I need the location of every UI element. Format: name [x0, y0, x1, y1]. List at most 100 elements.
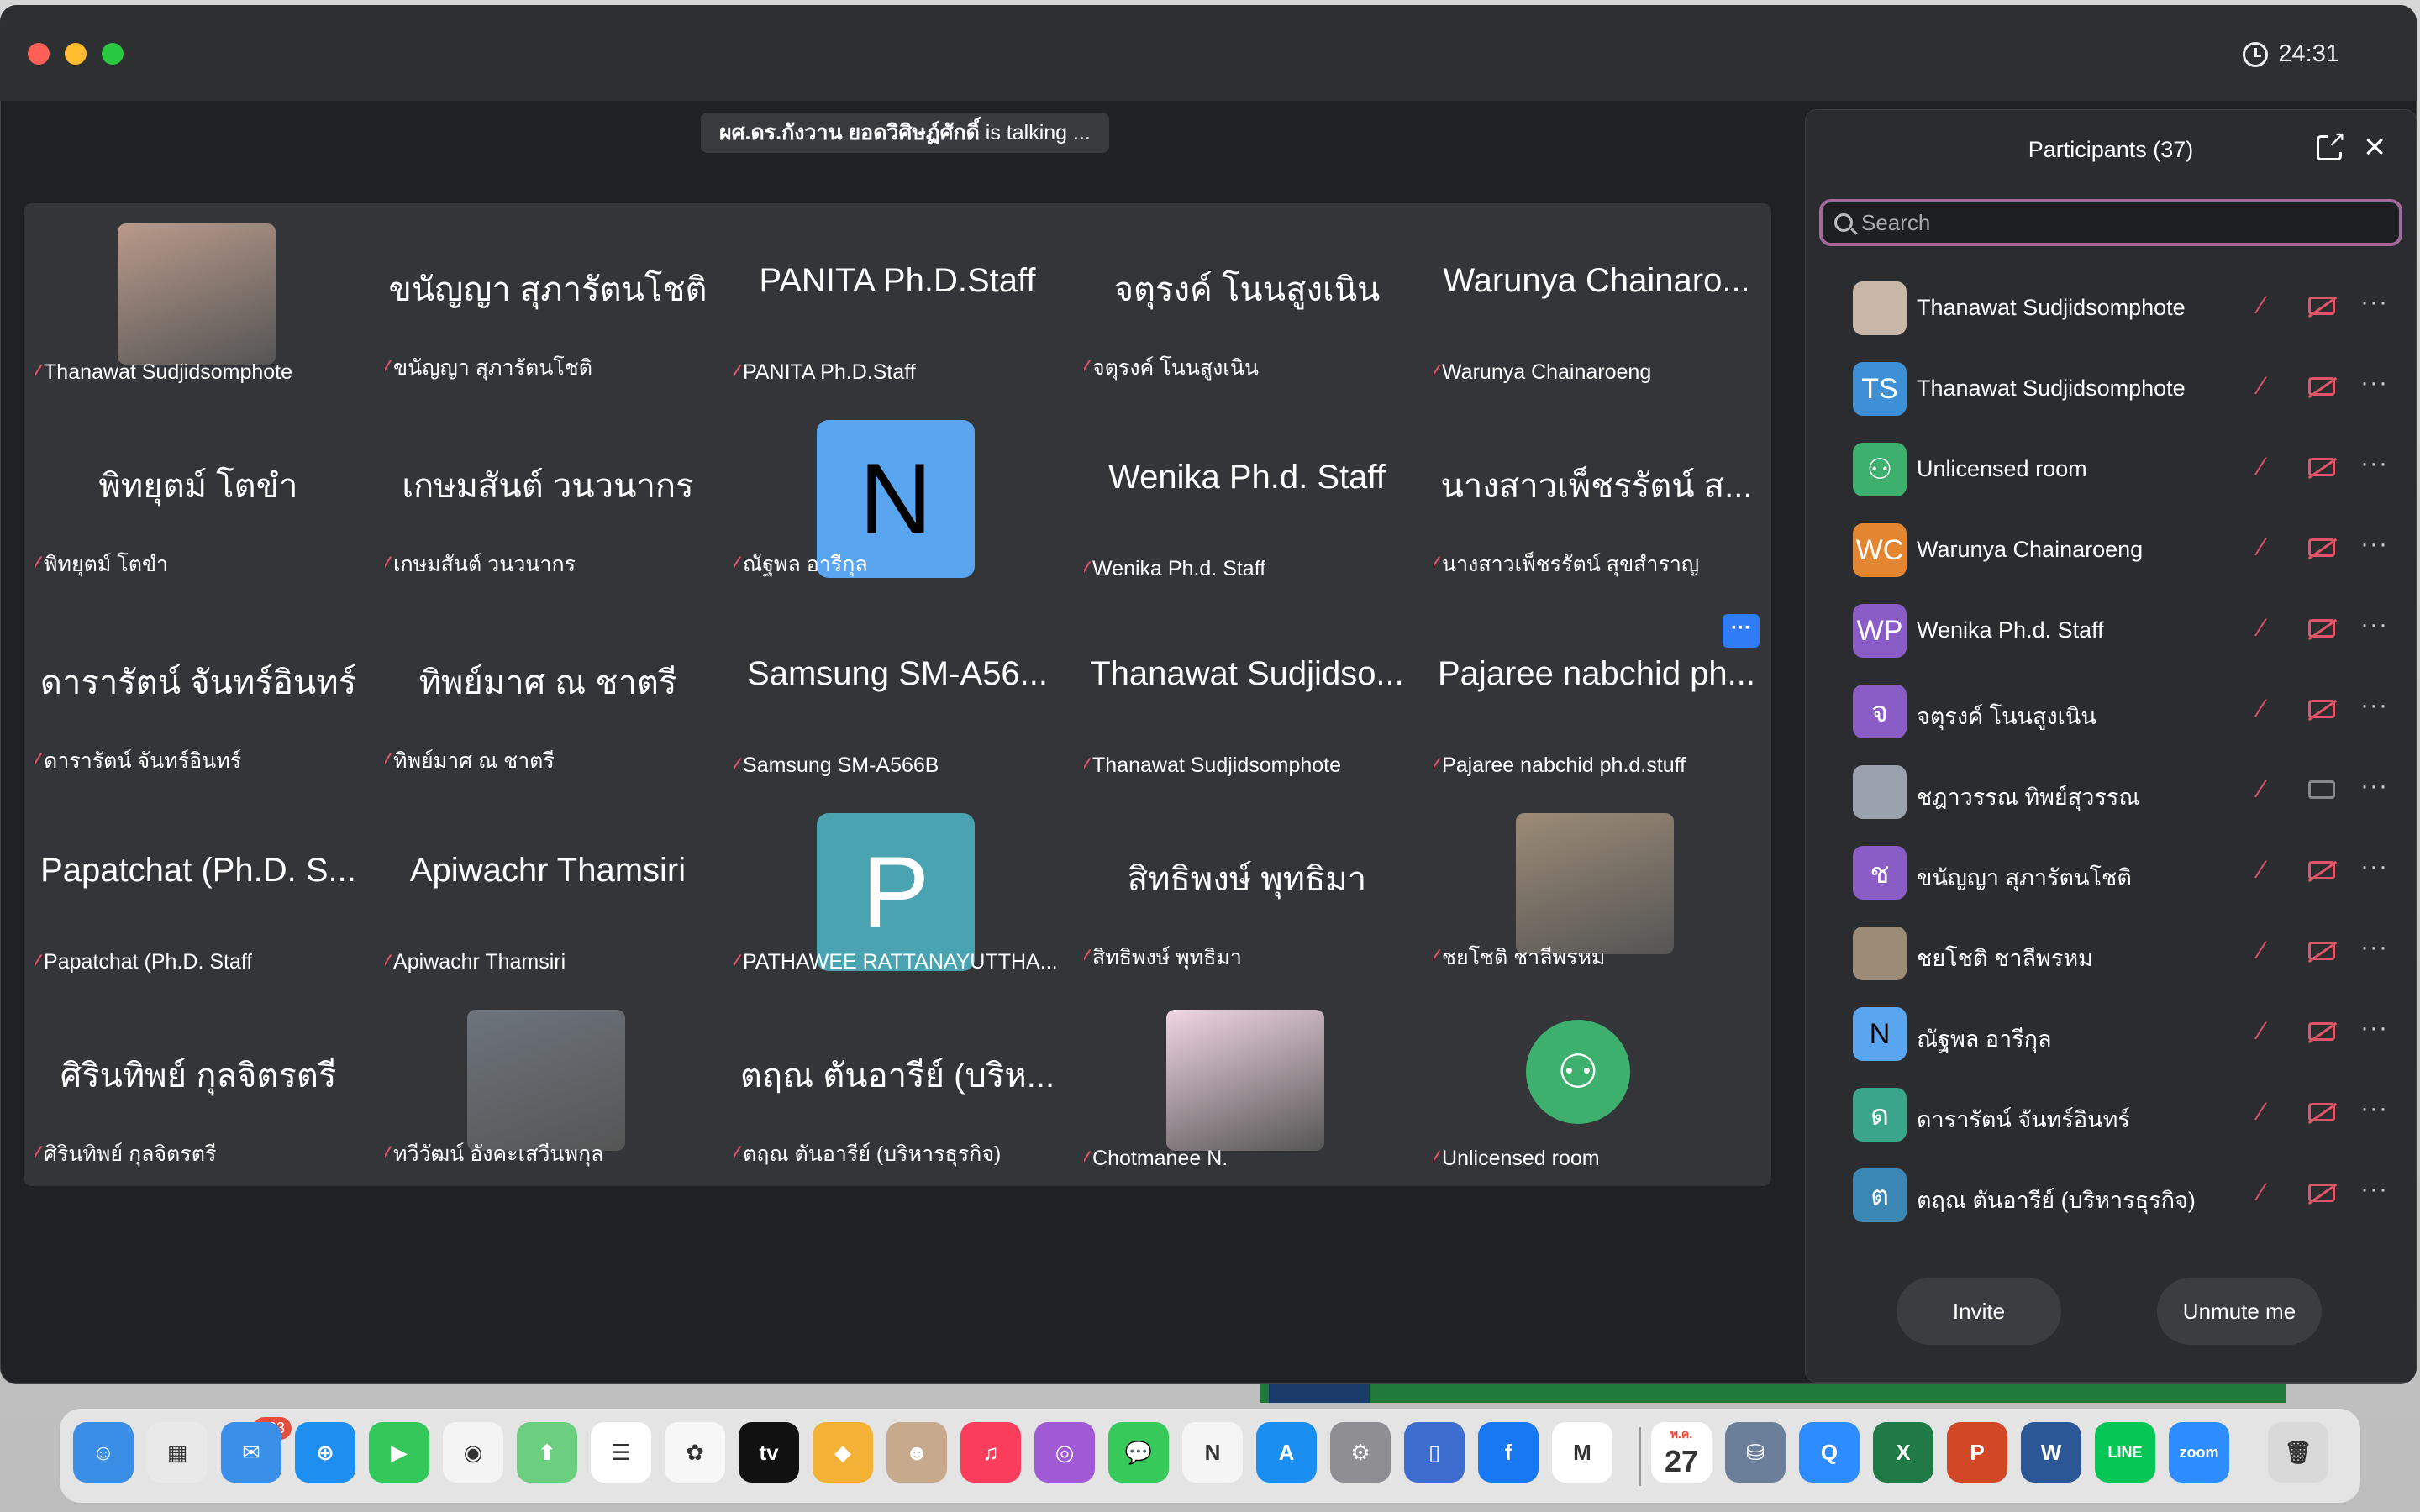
more-options-icon[interactable]: ··· [2360, 853, 2388, 881]
appletv-icon[interactable]: tv [739, 1422, 799, 1483]
word-icon[interactable]: W [2021, 1422, 2081, 1483]
iphone-mirroring-icon[interactable]: ▯ [1404, 1422, 1465, 1483]
safari-icon[interactable]: ⊕ [295, 1422, 355, 1483]
more-options-icon[interactable]: ··· [2360, 772, 2388, 801]
quickq-icon[interactable]: Q [1799, 1422, 1860, 1483]
gmail-icon[interactable]: M [1552, 1422, 1612, 1483]
settings-icon[interactable]: ⚙ [1330, 1422, 1391, 1483]
video-tile[interactable]: Warunya Chainaro... ⁄ Warunya Chainaroeng [1422, 203, 1771, 400]
participant-row[interactable]: ⚇ Unlicensed room ⁄ ··· [1806, 429, 2416, 510]
more-options-icon[interactable]: ··· [2360, 530, 2388, 559]
popout-icon[interactable] [2317, 126, 2346, 160]
video-tile[interactable]: ⁄ ชยโชติ ชาลีพรหม [1422, 793, 1771, 990]
video-off-icon[interactable] [2308, 538, 2335, 557]
muted-mic-icon[interactable]: ⁄ [2260, 695, 2264, 723]
muted-mic-icon[interactable]: ⁄ [2260, 856, 2264, 885]
participant-row[interactable]: ชฎาวรรณ ทิพย์สุวรรณ ⁄ ··· [1806, 752, 2416, 832]
participant-row[interactable]: ต ตฤณ ตันอารีย์ (บริหารธุรกิจ) ⁄ ··· [1806, 1155, 2416, 1236]
video-tile[interactable]: ทิพย์มาศ ณ ชาตรี ⁄ ทิพย์มาศ ณ ชาตรี [373, 596, 723, 793]
podcasts-icon[interactable]: ◎ [1034, 1422, 1095, 1483]
video-tile[interactable]: ขนัญญา สุภารัตนโชติ ⁄ ขนัญญา สุภารัตนโชติ [373, 203, 723, 400]
participant-row[interactable]: WP Wenika Ph.d. Staff ⁄ ··· [1806, 591, 2416, 671]
video-off-icon[interactable] [2308, 1184, 2335, 1202]
more-options-icon[interactable]: ··· [2360, 449, 2388, 478]
finder-icon[interactable]: ☺ [73, 1422, 134, 1483]
muted-mic-icon[interactable]: ⁄ [2260, 372, 2264, 401]
close-icon[interactable]: × [2364, 129, 2386, 165]
powerpoint-icon[interactable]: P [1947, 1422, 2007, 1483]
video-tile[interactable]: พิทยุตม์ โตขำ ⁄ พิทยุตม์ โตขำ [24, 400, 373, 596]
video-off-icon[interactable] [2308, 1103, 2335, 1121]
muted-mic-icon[interactable]: ⁄ [2260, 453, 2264, 481]
invite-button[interactable]: Invite [1897, 1278, 2061, 1345]
video-tile[interactable]: Samsung SM-A56... ⁄ Samsung SM-A566B [723, 596, 1072, 793]
muted-mic-icon[interactable]: ⁄ [2260, 775, 2264, 804]
reminders-icon[interactable]: ☰ [591, 1422, 651, 1483]
video-tile[interactable]: PANITA Ph.D.Staff ⁄ PANITA Ph.D.Staff [723, 203, 1072, 400]
line-icon[interactable]: LINE [2095, 1422, 2155, 1483]
video-tile[interactable]: Papatchat (Ph.D. S... ⁄ Papatchat (Ph.D. S… [24, 793, 373, 990]
video-off-icon[interactable] [2308, 700, 2335, 718]
video-tile[interactable]: Apiwachr Thamsiri ⁄ Apiwachr Thamsiri [373, 793, 723, 990]
muted-mic-icon[interactable]: ⁄ [2260, 937, 2264, 965]
participant-row[interactable]: ช ขนัญญา สุภารัตนโชติ ⁄ ··· [1806, 832, 2416, 913]
video-off-icon[interactable] [2308, 297, 2335, 315]
more-options-icon[interactable]: ··· [2360, 1095, 2388, 1123]
more-options-icon[interactable]: ··· [2360, 611, 2388, 639]
maps-icon[interactable]: ⬆ [517, 1422, 577, 1483]
more-options-button[interactable]: ··· [1723, 614, 1760, 648]
appstore-icon[interactable]: A [1256, 1422, 1317, 1483]
video-off-icon[interactable] [2308, 1022, 2335, 1041]
video-tile[interactable]: Thanawat Sudjidso... ⁄ Thanawat Sudjidsomp… [1072, 596, 1422, 793]
minimize-window-button[interactable] [65, 43, 87, 65]
chrome-icon[interactable]: ◉ [443, 1422, 503, 1483]
video-off-icon[interactable] [2308, 377, 2335, 396]
search-input[interactable] [1861, 209, 2382, 236]
sketch-icon[interactable]: ◆ [813, 1422, 873, 1483]
video-tile[interactable]: นางสาวเพ็ชรรัตน์ ส... ⁄ นางสาวเพ็ชรรัตน์ ส… [1422, 400, 1771, 596]
unmute-me-button[interactable]: Unmute me [2157, 1278, 2322, 1345]
video-tile[interactable]: จตุรงค์ โนนสูงเนิน ⁄ จตุรงค์ โนนสูงเนิน [1072, 203, 1422, 400]
facetime-icon[interactable]: ▶ [369, 1422, 429, 1483]
muted-mic-icon[interactable]: ⁄ [2260, 1017, 2264, 1046]
video-tile[interactable]: สิทธิพงษ์ พุทธิมา ⁄ สิทธิพงษ์ พุทธิมา [1072, 793, 1422, 990]
video-tile[interactable]: ⁄ Chotmanee N. [1072, 990, 1422, 1186]
more-options-icon[interactable]: ··· [2360, 1175, 2388, 1204]
participant-row[interactable]: ชยโชติ ชาลีพรหม ⁄ ··· [1806, 913, 2416, 994]
music-icon[interactable]: ♫ [960, 1422, 1021, 1483]
news-icon[interactable]: N [1182, 1422, 1243, 1483]
video-off-icon[interactable] [2308, 861, 2335, 879]
video-tile[interactable]: เกษมสันต์ วนวนากร ⁄ เกษมสันต์ วนวนากร [373, 400, 723, 596]
participant-row[interactable]: TS Thanawat Sudjidsomphote ⁄ ··· [1806, 349, 2416, 429]
video-camera-icon[interactable] [2308, 780, 2335, 799]
video-tile[interactable]: ⚇ ⁄ Unlicensed room [1422, 990, 1771, 1186]
participant-row[interactable]: ด ดารารัตน์ จันทร์อินทร์ ⁄ ··· [1806, 1074, 2416, 1155]
db-icon[interactable]: ⛁ [1725, 1422, 1786, 1483]
messages-icon[interactable]: 💬 [1108, 1422, 1169, 1483]
photos-icon[interactable]: ✿ [665, 1422, 725, 1483]
launchpad-icon[interactable]: ▦ [147, 1422, 208, 1483]
excel-icon[interactable]: X [1873, 1422, 1933, 1483]
zoom-icon[interactable]: zoom [2169, 1422, 2229, 1483]
calendar-icon[interactable]: พ.ค. 27 [1651, 1422, 1712, 1483]
muted-mic-icon[interactable]: ⁄ [2260, 1179, 2264, 1207]
video-tile[interactable]: ดารารัตน์ จันทร์อินทร์ ⁄ ดารารัตน์ จันทร์อ… [24, 596, 373, 793]
facebook-icon[interactable]: f [1478, 1422, 1539, 1483]
video-off-icon[interactable] [2308, 619, 2335, 638]
video-tile[interactable]: Pajaree nabchid ph... ⁄ Pajaree nabchid ph… [1422, 596, 1771, 793]
video-tile[interactable]: P ⁄ PATHAWEE RATTANAYUTTHA... [723, 793, 1072, 990]
video-tile[interactable]: ⁄ ทวีวัฒน์ อังคะเสวีนพกุล [373, 990, 723, 1186]
more-options-icon[interactable]: ··· [2360, 288, 2388, 317]
video-tile[interactable]: ตฤณ ตันอารีย์ (บริห... ⁄ ตฤณ ตันอารีย์ (บร… [723, 990, 1072, 1186]
contacts-icon[interactable]: ☻ [886, 1422, 947, 1483]
participant-row[interactable]: จ จตุรงค์ โนนสูงเนิน ⁄ ··· [1806, 671, 2416, 752]
mail-icon[interactable]: ✉ [221, 1422, 281, 1483]
fullscreen-window-button[interactable] [102, 43, 124, 65]
muted-mic-icon[interactable]: ⁄ [2260, 614, 2264, 643]
video-off-icon[interactable] [2308, 942, 2335, 960]
more-options-icon[interactable]: ··· [2360, 1014, 2388, 1042]
video-off-icon[interactable] [2308, 458, 2335, 476]
video-tile[interactable]: N ⁄ ณัฐพล อารีกุล [723, 400, 1072, 596]
participant-row[interactable]: Thanawat Sudjidsomphote ⁄ ··· [1806, 268, 2416, 349]
participant-row[interactable]: N ณัฐพล อารีกุล ⁄ ··· [1806, 994, 2416, 1074]
